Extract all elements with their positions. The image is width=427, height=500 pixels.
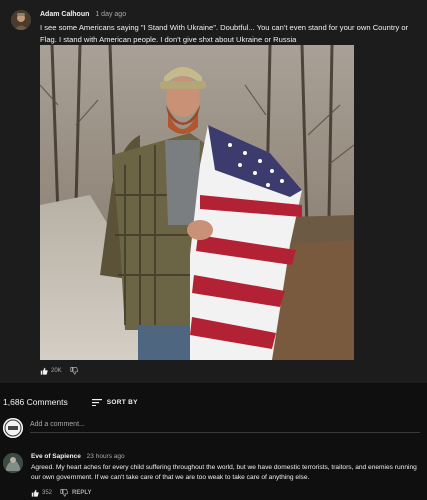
post-author-name[interactable]: Adam Calhoun [40,11,89,18]
sort-by-label: SORT BY [106,398,138,406]
post-text: I see some Americans saying "I Stand Wit… [40,23,409,44]
post-image[interactable] [40,45,354,360]
post-timestamp[interactable]: 1 day ago [95,11,126,18]
sort-icon [91,398,102,406]
comment-text: Agreed. My heart aches for every child s… [31,464,417,481]
post-author-line: Adam Calhoun 1 day ago [40,11,126,18]
comment-author-line: Eve of Sapience 23 hours ago [31,453,125,460]
community-post: Adam Calhoun 1 day ago I see some Americ… [0,0,427,383]
thumbs-up-icon[interactable] [40,367,48,375]
add-comment-input[interactable]: Add a comment... [30,421,420,433]
current-user-avatar[interactable] [3,418,23,438]
comment-author-name[interactable]: Eve of Sapience [31,453,81,460]
post-like-count: 20K [51,368,62,374]
thumbs-down-icon[interactable] [70,367,78,375]
comment-timestamp[interactable]: 23 hours ago [87,453,125,460]
reply-button[interactable]: REPLY [72,490,91,496]
author-avatar[interactable] [11,10,31,30]
post-actions: 20K [40,367,78,375]
comment-actions: 352 REPLY [31,489,91,497]
comments-header: 1,686 Comments SORT BY [3,397,138,407]
sort-by-button[interactable]: SORT BY [91,398,138,406]
comments-count: 1,686 Comments [3,397,68,407]
comment-like-count: 352 [42,490,53,496]
thumbs-down-icon[interactable] [60,489,69,497]
commenter-avatar[interactable] [3,453,23,473]
thumbs-up-icon[interactable] [31,489,39,497]
